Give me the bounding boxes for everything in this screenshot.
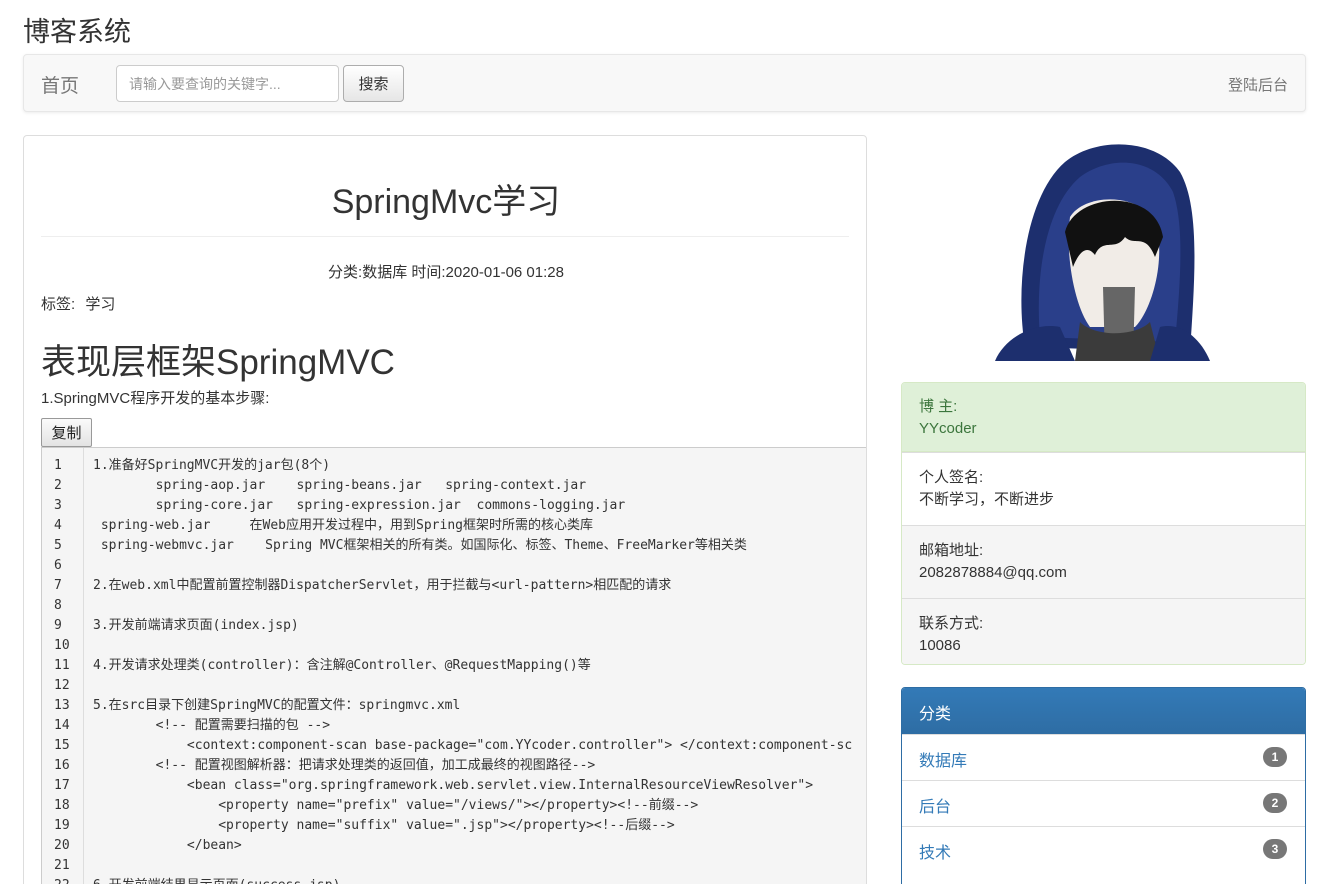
search-button[interactable]: 搜索 — [343, 65, 404, 102]
line-number: 16 — [54, 758, 70, 773]
contact-label: 联系方式: — [919, 615, 984, 632]
login-link[interactable]: 登陆后台 — [1228, 74, 1288, 95]
code-line: <!-- 配置视图解析器：把请求处理类的返回值，加工成最终的视图路径--> — [93, 758, 596, 773]
code-line: spring-core.jar spring-expression.jar co… — [93, 498, 626, 513]
category-item-label[interactable]: 后台 — [919, 799, 951, 816]
code-block: 1 1.准备好SpringMVC开发的jar包(8个) 2 spring-aop.j… — [41, 447, 866, 884]
email-value: 2082878884@qq.com — [919, 564, 1067, 581]
line-number: 4 — [54, 518, 62, 533]
count-badge: 2 — [1263, 793, 1287, 813]
line-number: 21 — [54, 858, 70, 873]
line-number: 20 — [54, 838, 70, 853]
email-row: 邮箱地址: 2082878884@qq.com — [902, 525, 1305, 598]
article-panel: SpringMvc学习 分类:数据库 时间:2020-01-06 01:28 标… — [23, 135, 867, 884]
code-line: 5.在src目录下创建SpringMVC的配置文件：springmvc.xml — [93, 698, 461, 713]
code-line: spring-aop.jar spring-beans.jar spring-c… — [93, 478, 587, 493]
line-number: 7 — [54, 578, 62, 593]
line-number: 9 — [54, 618, 62, 633]
code-line: 4.开发请求处理类(controller)：含注解@Controller、@Re… — [93, 658, 591, 673]
site-title: 博客系统 — [23, 17, 131, 47]
category-item-tech[interactable]: 技术 3 — [902, 826, 1305, 872]
line-number: 12 — [54, 678, 70, 693]
article-heading: 表现层框架SpringMVC — [41, 343, 395, 382]
line-number: 2 — [54, 478, 62, 493]
code-line: 3.开发前端请求页面(index.jsp) — [93, 618, 299, 633]
line-number: 15 — [54, 738, 70, 753]
signature-label: 个人签名: — [919, 469, 984, 486]
category-panel: 分类 数据库 1 后台 2 技术 3 — [901, 687, 1306, 884]
line-number: 6 — [54, 558, 62, 573]
line-number: 3 — [54, 498, 62, 513]
count-badge: 3 — [1263, 839, 1287, 859]
code-line: <property name="prefix" value="/views/">… — [93, 798, 699, 813]
profile-panel: 博 主: YYcoder 个人签名: 不断学习，不断进步 邮箱地址: 20828… — [901, 382, 1306, 665]
code-line: 2.在web.xml中配置前置控制器DispatcherServlet，用于拦截… — [93, 578, 672, 593]
profile-header: 博 主: YYcoder — [902, 383, 1305, 452]
article-meta: 分类:数据库 时间:2020-01-06 01:28 — [328, 264, 564, 281]
line-number: 1 — [54, 458, 62, 473]
category-item-label[interactable]: 技术 — [919, 845, 951, 862]
signature-row: 个人签名: 不断学习，不断进步 — [902, 452, 1305, 525]
tags-label: 标签: — [41, 296, 76, 313]
blogger-label: 博 主: — [919, 398, 958, 415]
count-badge: 1 — [1263, 747, 1287, 767]
code-line: </bean> — [93, 838, 242, 853]
contact-value: 10086 — [919, 637, 961, 654]
line-number: 5 — [54, 538, 62, 553]
code-line: 1.准备好SpringMVC开发的jar包(8个) — [93, 458, 331, 473]
code-line: spring-webmvc.jar Spring MVC框架相关的所有类。如国际… — [93, 538, 747, 553]
tag-link[interactable]: 学习 — [85, 296, 115, 313]
category-item-database[interactable]: 数据库 1 — [902, 734, 1305, 780]
avatar — [995, 144, 1210, 361]
blogger-name: YYcoder — [919, 420, 977, 437]
divider — [41, 236, 849, 237]
line-number: 11 — [54, 658, 70, 673]
category-item-label[interactable]: 数据库 — [919, 753, 967, 770]
line-number: 13 — [54, 698, 70, 713]
article-step-text: 1.SpringMVC程序开发的基本步骤: — [41, 390, 270, 407]
category-title: 分类 — [902, 688, 1305, 734]
line-number: 22 — [54, 876, 78, 884]
code-line: spring-web.jar 在Web应用开发过程中，用到Spring框架时所需… — [93, 518, 593, 533]
category-item-backend[interactable]: 后台 2 — [902, 780, 1305, 826]
line-number: 18 — [54, 798, 70, 813]
line-number: 10 — [54, 638, 70, 653]
navbar: 首页 搜索 登陆后台 — [23, 54, 1306, 112]
code-line: <context:component-scan base-package="co… — [93, 738, 853, 753]
copy-button[interactable]: 复制 — [41, 418, 92, 447]
article-title: SpringMvc学习 — [331, 183, 561, 221]
signature-value: 不断学习，不断进步 — [919, 491, 1055, 508]
article-tags: 标签: 学习 — [41, 293, 121, 314]
email-label: 邮箱地址: — [919, 542, 984, 559]
code-line: <bean class="org.springframework.web.ser… — [93, 778, 814, 793]
code-line: <!-- 配置需要扫描的包 --> — [93, 718, 331, 733]
code-line: <property name="suffix" value=".jsp"></p… — [93, 818, 675, 833]
contact-row: 联系方式: 10086 — [902, 598, 1305, 664]
line-number: 8 — [54, 598, 62, 613]
nav-home-link[interactable]: 首页 — [41, 71, 79, 98]
code-line: 6.开发前端结果显示页面(success.jsp) — [93, 876, 340, 884]
line-number: 17 — [54, 778, 70, 793]
line-number: 19 — [54, 818, 70, 833]
search-input[interactable] — [116, 65, 339, 102]
line-number: 14 — [54, 718, 70, 733]
